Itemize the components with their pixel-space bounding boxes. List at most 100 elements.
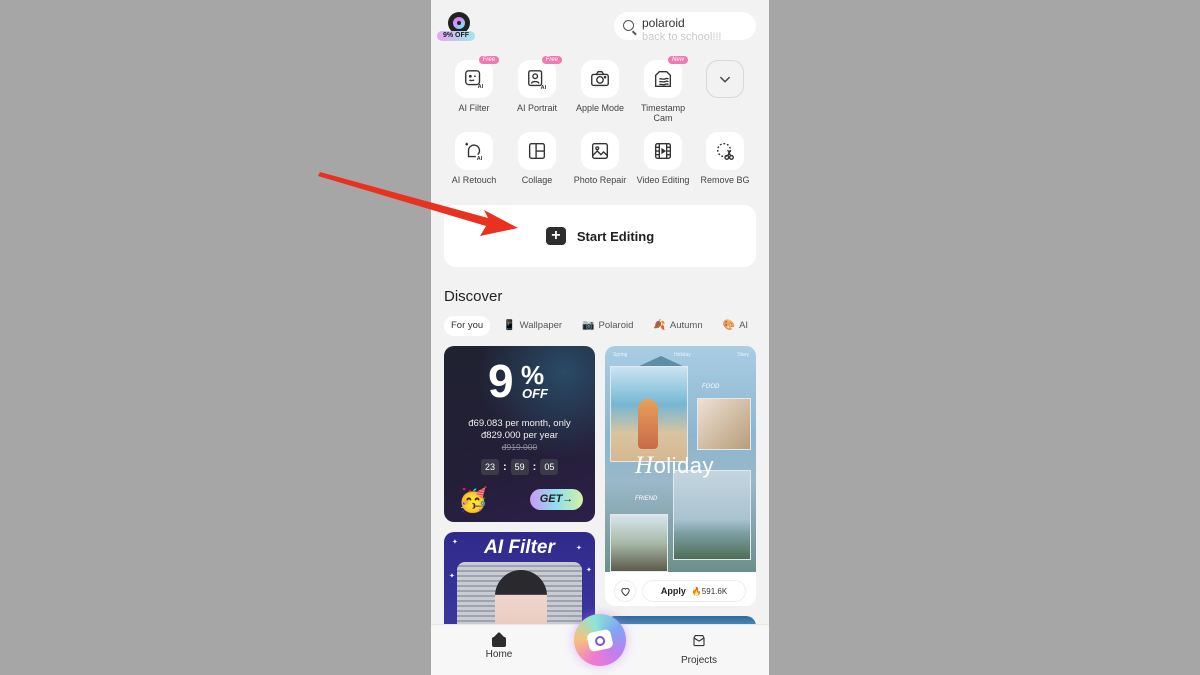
countdown-timer: 23 : 59 : 05 [481, 459, 559, 475]
chip-label: Autumn [669, 320, 703, 331]
timer-minutes: 59 [510, 459, 529, 475]
food-label: FOOD [702, 384, 720, 390]
tool-label: AI Filter [458, 103, 490, 113]
yearly-price: đ829.000 per year [480, 430, 559, 441]
pier-photo [610, 514, 668, 572]
projects-box-icon [693, 634, 705, 647]
discount-promo-card[interactable]: 9 % OFF đ69.083 per month, only đ829.000… [444, 346, 595, 522]
phone-icon: 📱 [503, 320, 516, 331]
title-cap: H [635, 452, 654, 479]
tool-collage[interactable]: Collage [505, 132, 569, 185]
sea-photo [673, 470, 751, 560]
polaroid-camera-icon: 📷 [582, 320, 595, 331]
search-icon [623, 20, 634, 31]
tool-label: Apple Mode [575, 103, 625, 113]
timer-separator: : [532, 461, 537, 473]
timer-seconds: 05 [540, 459, 559, 475]
holiday-title: Holiday [635, 452, 714, 480]
tool-label: AI Retouch [451, 175, 497, 185]
tool-ai-portrait[interactable]: AI Free AI Portrait [505, 56, 569, 113]
nav-home-label: Home [485, 649, 513, 660]
search-bar[interactable]: polaroid back to school!!! [614, 12, 756, 40]
timer-hours: 23 [481, 459, 499, 475]
expand-tools-button[interactable] [693, 60, 757, 98]
tool-label: AI Portrait [516, 103, 557, 113]
search-placeholder: polaroid [642, 16, 685, 30]
tool-label: Photo Repair [573, 175, 627, 185]
start-editing-label: Start Editing [576, 228, 655, 244]
svg-text:AI: AI [477, 156, 483, 162]
scissors-icon [716, 142, 734, 160]
discover-heading: Discover [444, 288, 503, 305]
camera-fab-button[interactable] [574, 614, 626, 666]
photo-icon [591, 142, 609, 160]
chevron-down-icon [719, 76, 731, 83]
chip-for-you[interactable]: For you [444, 316, 491, 336]
tool-ai-filter[interactable]: AI Free AI Filter [442, 56, 506, 113]
nav-home[interactable]: Home [469, 633, 529, 660]
sparkle-icon: ✦ [449, 573, 455, 580]
tool-photo-repair[interactable]: Photo Repair [568, 132, 632, 185]
collage-icon [528, 142, 546, 160]
discover-chips: For you 📱 Wallpaper 📷 Polaroid 🍂 Autumn 🎨 AI [444, 316, 755, 336]
tool-ai-retouch[interactable]: AI AI Retouch [442, 132, 506, 185]
chip-wallpaper[interactable]: 📱 Wallpaper [496, 316, 569, 336]
chip-label: Wallpaper [519, 320, 563, 331]
timer-separator: : [503, 461, 507, 473]
sparkle-icon: ✦ [586, 567, 592, 574]
apply-template-button[interactable]: Apply 🔥591.6K [642, 580, 746, 602]
portrait-icon: AI [528, 70, 547, 90]
chip-label: AI [739, 320, 749, 331]
chip-polaroid[interactable]: 📷 Polaroid [575, 316, 640, 336]
tool-label: Collage [521, 175, 553, 185]
discount-off: OFF [522, 386, 548, 401]
nav-projects-label: Projects [680, 655, 718, 666]
usage-count: 🔥591.6K [691, 586, 728, 596]
tool-label: Video Editing [636, 175, 690, 185]
discount-percent: % [521, 360, 545, 390]
tool-label: Remove BG [700, 175, 750, 185]
get-offer-button[interactable]: GET→ [530, 489, 583, 510]
chip-ai[interactable]: 🎨 AI [716, 316, 755, 336]
start-editing-button[interactable]: + Start Editing [444, 205, 756, 267]
tool-timestamp-cam[interactable]: New Timestamp Cam [631, 56, 695, 123]
beach-photo [610, 366, 688, 462]
retouch-icon: AI [465, 142, 483, 162]
monthly-price: đ69.083 per month, only [468, 418, 571, 429]
friend-label: FRIEND [635, 496, 658, 502]
party-face-icon: 🥳 [458, 487, 488, 514]
heart-icon [620, 587, 630, 596]
holiday-template-card[interactable]: Spring Holiday Diary FOOD FRIEND Holiday… [605, 346, 756, 606]
bag-photo [697, 398, 751, 450]
template-top-labels: Spring Holiday Diary [613, 352, 749, 358]
discount-number: 9 [488, 355, 514, 407]
old-price: đ919.000 [501, 442, 538, 452]
top-label: Holiday [674, 352, 691, 358]
camera-icon [586, 628, 614, 652]
promo-label: 9% OFF [437, 31, 475, 41]
tool-apple-mode[interactable]: Apple Mode [568, 60, 632, 113]
svg-text:AI: AI [478, 84, 484, 90]
free-tag: Free [541, 56, 562, 64]
ai-filter-title: AI Filter [484, 537, 555, 558]
film-icon [654, 142, 672, 160]
new-tag: New [667, 56, 688, 64]
promo-badge[interactable]: 9% OFF [437, 10, 475, 42]
tool-remove-bg[interactable]: Remove BG [693, 132, 757, 185]
ai-face-icon: AI [465, 70, 484, 90]
search-next-suggestion: back to school!!! [642, 31, 722, 40]
tool-label: Timestamp Cam [641, 103, 686, 123]
camera-icon [591, 70, 609, 87]
apply-label: Apply [660, 586, 686, 596]
nav-projects[interactable]: Projects [669, 633, 729, 666]
home-icon [492, 633, 506, 647]
top-label: Spring [613, 352, 628, 358]
palette-icon: 🎨 [722, 320, 736, 331]
tool-video-editing[interactable]: Video Editing [631, 132, 695, 185]
chip-autumn[interactable]: 🍂 Autumn [646, 316, 709, 336]
like-button[interactable] [614, 580, 636, 602]
timestamp-icon [654, 70, 672, 88]
app-screen: 9% OFF polaroid back to school!!! AI Fre… [431, 0, 769, 675]
leaf-icon: 🍂 [653, 320, 666, 331]
free-tag: Free [478, 56, 499, 64]
